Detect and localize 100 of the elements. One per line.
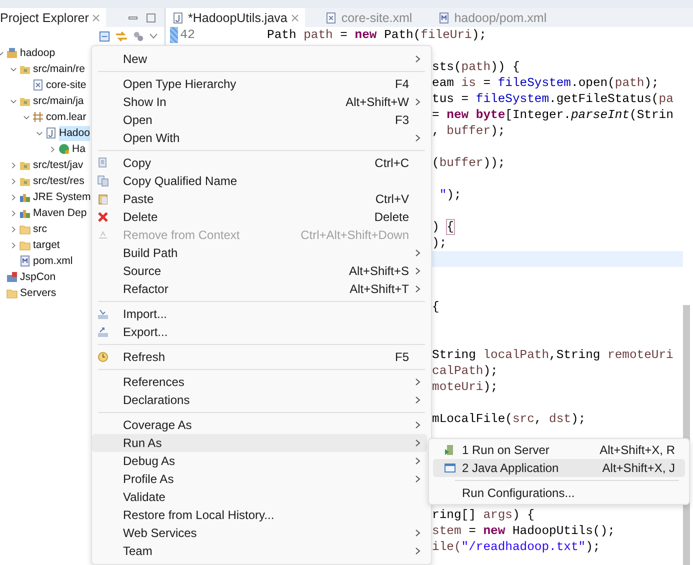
- menu-item[interactable]: Delete Delete: [92, 208, 427, 226]
- xml-file-icon: [32, 79, 44, 91]
- expanded-caret-icon[interactable]: [10, 98, 16, 104]
- source-folder-icon: [19, 159, 31, 171]
- expanded-caret-icon[interactable]: [22, 114, 30, 120]
- copy-icon: [97, 175, 109, 187]
- refresh-icon: [97, 351, 109, 363]
- folder-icon: [6, 287, 18, 299]
- tree-item[interactable]: target: [33, 238, 60, 252]
- code-line: ring[] args) {: [432, 508, 534, 522]
- menu-item[interactable]: Refresh F5: [92, 348, 427, 366]
- expanded-caret-icon[interactable]: [36, 130, 42, 136]
- tree-item[interactable]: src/main/re: [33, 62, 85, 76]
- view-tab[interactable]: Project Explorer: [0, 8, 106, 27]
- collapsed-caret-icon[interactable]: [10, 178, 16, 184]
- code-line: (buffer));: [432, 156, 506, 170]
- source-folder-icon: [19, 175, 31, 187]
- code-line: stem = new HadoopUtils();: [432, 524, 615, 538]
- maven-file-icon: [19, 255, 31, 267]
- code-line: , buffer);: [432, 124, 506, 138]
- tree-item[interactable]: src/test/jav: [33, 158, 84, 172]
- tree-item[interactable]: Ha: [72, 142, 86, 156]
- collapsed-caret-icon[interactable]: [10, 226, 16, 232]
- menu-item[interactable]: Export...: [92, 323, 427, 341]
- code-line: = new byte[Integer.parseInt(Strin: [432, 108, 674, 122]
- menu-item[interactable]: Profile As: [92, 470, 427, 488]
- filter-icon[interactable]: [133, 30, 144, 42]
- code-line: Path path = new Path(fileUri);: [267, 28, 486, 42]
- tree-item[interactable]: src/test/res: [33, 174, 84, 188]
- code-line: calPath);: [432, 364, 498, 378]
- menu-item[interactable]: Coverage As: [92, 416, 427, 434]
- menu-item[interactable]: Show In Alt+Shift+W: [92, 93, 427, 111]
- menu-item[interactable]: 1 Run on Server Alt+Shift+X, R: [433, 441, 685, 459]
- menu-item[interactable]: Open Type Hierarchy F4: [92, 75, 427, 93]
- menu-item[interactable]: Web Services: [92, 524, 427, 542]
- delete-icon: [97, 211, 109, 223]
- project-icon: [6, 47, 18, 59]
- package-icon: [32, 111, 44, 123]
- menu-item[interactable]: Copy Ctrl+C: [92, 154, 427, 172]
- menu-item[interactable]: Team: [92, 542, 427, 560]
- java-file-icon: [172, 12, 184, 24]
- folder-icon: [19, 239, 31, 251]
- close-icon[interactable]: [92, 14, 100, 22]
- editor-tab[interactable]: *HadoopUtils.java: [166, 8, 306, 27]
- project-icon: [6, 271, 18, 283]
- expanded-caret-icon[interactable]: [10, 66, 16, 72]
- code-line: mLocalFile(src, dst);: [432, 412, 586, 426]
- menu-item[interactable]: Open F3: [92, 111, 427, 129]
- tree-item[interactable]: JRE System: [33, 190, 91, 204]
- collapsed-caret-icon[interactable]: [10, 210, 16, 216]
- menu-item[interactable]: Run As: [92, 434, 427, 452]
- java-file-icon: [45, 127, 57, 139]
- menu-item[interactable]: Run Configurations...: [433, 484, 685, 502]
- collapsed-caret-icon[interactable]: [10, 194, 16, 200]
- tree-item[interactable]: Maven Dep: [33, 206, 87, 220]
- export-icon: [97, 326, 109, 338]
- change-marker: [170, 27, 178, 43]
- folder-icon: [19, 223, 31, 235]
- menu-item[interactable]: Build Path: [92, 244, 427, 262]
- tree-item[interactable]: JspCon: [20, 270, 56, 284]
- menu-item[interactable]: Debug As: [92, 452, 427, 470]
- source-folder-icon: [19, 63, 31, 75]
- tree-item[interactable]: Hadoo: [59, 126, 90, 140]
- xml-file-icon: [325, 12, 338, 24]
- tree-item[interactable]: src/main/ja: [33, 94, 84, 108]
- class-icon: [58, 143, 70, 155]
- menu-item[interactable]: 2 Java Application Alt+Shift+X, J: [433, 459, 685, 477]
- menu-item[interactable]: Validate: [92, 488, 427, 506]
- tree-item[interactable]: pom.xml: [33, 254, 73, 268]
- menu-item[interactable]: Paste Ctrl+V: [92, 190, 427, 208]
- tree-item[interactable]: src: [33, 222, 47, 236]
- menu-item[interactable]: Restore from Local History...: [92, 506, 427, 524]
- code-line: String localPath,String remoteUri: [432, 348, 674, 362]
- paste-icon: [97, 193, 109, 205]
- menu-item[interactable]: Refactor Alt+Shift+T: [92, 280, 427, 298]
- maximize-icon[interactable]: [146, 13, 156, 23]
- menu-item[interactable]: References: [92, 373, 427, 391]
- code-line: ");: [438, 188, 462, 202]
- link-icon[interactable]: [115, 30, 128, 42]
- maven-file-icon: [438, 12, 450, 24]
- collapsed-caret-icon[interactable]: [10, 162, 16, 168]
- menu-item[interactable]: Open With: [92, 129, 427, 147]
- collapse-all-icon[interactable]: [99, 30, 110, 42]
- menu-item[interactable]: Declarations: [92, 391, 427, 409]
- code-line: tus = fileSystem.getFileStatus(pa: [432, 92, 674, 106]
- code-line: sts(path)) {: [432, 60, 520, 74]
- menu-item[interactable]: Source Alt+Shift+S: [92, 262, 427, 280]
- tree-item[interactable]: Servers: [20, 286, 56, 300]
- tree-item[interactable]: com.lear: [46, 110, 86, 124]
- tree-item[interactable]: hadoop: [20, 46, 56, 60]
- collapsed-caret-icon[interactable]: [48, 146, 56, 152]
- menu-item[interactable]: New: [92, 50, 427, 68]
- menu-item[interactable]: Import...: [92, 305, 427, 323]
- line-number: 42: [180, 28, 196, 42]
- import-icon: [97, 308, 109, 320]
- close-icon[interactable]: [291, 14, 300, 22]
- tree-item[interactable]: core-site: [46, 78, 86, 92]
- view-menu-icon[interactable]: [149, 33, 158, 39]
- menu-item[interactable]: Copy Qualified Name: [92, 172, 427, 190]
- collapsed-caret-icon[interactable]: [10, 242, 16, 248]
